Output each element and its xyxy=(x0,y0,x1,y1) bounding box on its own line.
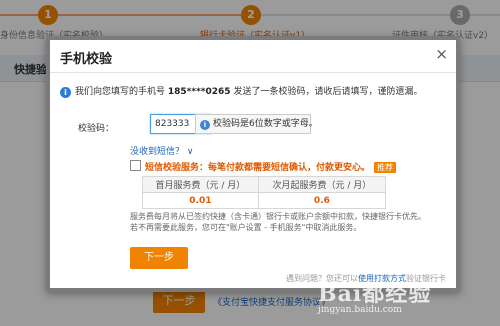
close-icon[interactable]: × xyxy=(435,46,448,62)
fee-table-header: 首月服务费（元 / 月） 次月起服务费（元 / 月） xyxy=(142,176,387,193)
code-label: 校验码： xyxy=(78,124,115,134)
phone-verify-dialog: 手机校验 × i 我们向您填写的手机号 185****0265 发送了一条校验码，… xyxy=(46,36,460,292)
sms-service-label: 短信校验服务：每笔付款都需要短信确认，付款更安心。 xyxy=(145,163,371,173)
phone-number: 185****0265 xyxy=(167,87,231,97)
hint-info-icon: i xyxy=(200,120,210,130)
sms-sent-info: i 我们向您填写的手机号 185****0265 发送了一条校验码，请收后请填写，… xyxy=(60,84,422,98)
sms-service-checkbox[interactable] xyxy=(130,160,141,171)
title-divider xyxy=(50,72,456,73)
resend-sms-link[interactable]: 没收到短信？ ∨ xyxy=(130,144,193,157)
fee-table-row: 0.01 0.6 xyxy=(142,192,387,209)
first-month-fee-header: 首月服务费（元 / 月） xyxy=(142,176,259,193)
info-icon: i xyxy=(60,87,71,98)
code-hint: i 校验码是6位数字或字母。 xyxy=(195,114,318,134)
recommend-badge: 推荐 xyxy=(374,162,397,173)
next-month-fee-header: 次月起服务费（元 / 月） xyxy=(257,176,387,193)
code-hint-text: 校验码是6位数字或字母。 xyxy=(213,119,318,129)
service-fee-note: 服务费每月将从已签约快捷（含卡通）银行卡或账户余额中扣款，快捷银行卡优先。若不再… xyxy=(130,212,426,232)
next-button[interactable]: 下一步 xyxy=(130,247,188,269)
sms-service-row: 短信校验服务：每笔付款都需要短信确认，付款更安心。 推荐 xyxy=(130,160,397,173)
baidu-watermark: Bai都经验 jingyan.baidu.com xyxy=(318,276,431,315)
dialog-title: 手机校验 xyxy=(60,52,113,67)
fee-table: 首月服务费（元 / 月） 次月起服务费（元 / 月） 0.01 0.6 xyxy=(142,176,387,209)
next-month-fee: 0.6 xyxy=(257,192,387,209)
info-prefix: 我们向您填写的手机号 xyxy=(75,87,166,97)
first-month-fee: 0.01 xyxy=(142,192,259,209)
info-suffix: 发送了一条校验码，请收后请填写，谨防遗漏。 xyxy=(233,87,423,97)
watermark-text: Bai都经验 xyxy=(318,281,432,307)
